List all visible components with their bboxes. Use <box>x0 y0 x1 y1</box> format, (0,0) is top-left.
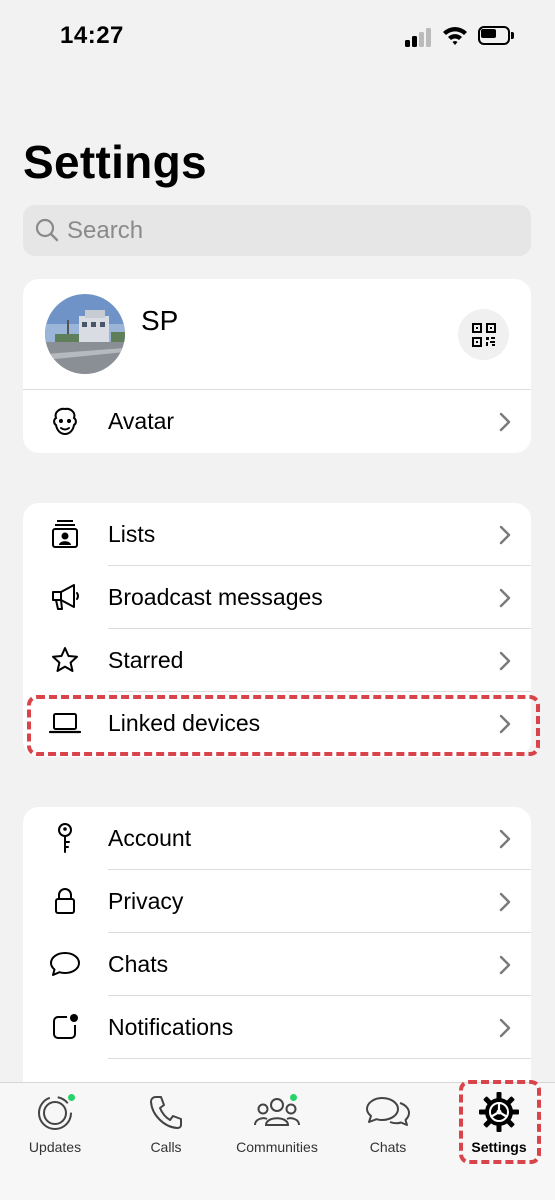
chevron-right-icon <box>499 525 511 545</box>
chat-bubble-icon <box>49 948 81 980</box>
laptop-icon <box>49 707 81 739</box>
profile-photo[interactable] <box>45 294 125 374</box>
settings-row-starred[interactable]: Starred <box>23 629 531 692</box>
tab-chats[interactable]: Chats <box>338 1091 438 1161</box>
settings-gear-icon <box>479 1092 519 1132</box>
tab-label: Communities <box>236 1139 318 1155</box>
tab-bar: Updates Calls Communities Chats Settings <box>0 1082 555 1200</box>
settings-row-notifications[interactable]: Notifications <box>23 996 531 1059</box>
tab-label: Chats <box>369 1139 407 1155</box>
chevron-right-icon <box>499 412 511 432</box>
settings-row-label: Linked devices <box>108 710 261 736</box>
tab-updates[interactable]: Updates <box>5 1091 105 1161</box>
phone-icon <box>150 1096 182 1129</box>
tab-label: Calls <box>150 1139 182 1155</box>
profile-name: SP <box>141 305 179 336</box>
settings-row-label: Broadcast messages <box>108 584 323 610</box>
battery-icon <box>478 26 514 46</box>
star-icon <box>49 644 81 676</box>
tab-settings[interactable]: Settings <box>449 1091 549 1161</box>
megaphone-icon <box>49 581 81 613</box>
chevron-right-icon <box>499 892 511 912</box>
settings-row-account[interactable]: Account <box>23 807 531 870</box>
settings-group-1: Lists Broadcast messages Starred Linked … <box>23 503 531 757</box>
chevron-right-icon <box>499 955 511 975</box>
settings-row-avatar[interactable]: Avatar <box>23 390 531 453</box>
qr-code-button[interactable] <box>458 309 509 360</box>
status-time: 14:27 <box>60 22 124 49</box>
settings-row-label: Lists <box>108 521 156 547</box>
settings-row-label: Privacy <box>108 888 184 914</box>
settings-row-broadcast-messages[interactable]: Broadcast messages <box>23 566 531 629</box>
settings-row-chats[interactable]: Chats <box>23 933 531 996</box>
updates-badge <box>67 1093 76 1102</box>
lock-icon <box>49 885 81 917</box>
chevron-right-icon <box>499 1018 511 1038</box>
settings-group-2: Account Privacy Chats Notifications <box>23 807 531 1097</box>
lists-icon <box>49 518 81 550</box>
divider <box>108 1058 531 1059</box>
settings-row-label: Avatar <box>108 408 175 434</box>
settings-row-privacy[interactable]: Privacy <box>23 870 531 933</box>
cellular-signal-icon <box>405 27 435 47</box>
communities-badge <box>289 1093 298 1102</box>
chats-icon <box>366 1097 410 1126</box>
chevron-right-icon <box>499 651 511 671</box>
qr-code-icon <box>471 322 496 347</box>
settings-row-label: Starred <box>108 647 184 673</box>
settings-row-label: Account <box>108 825 192 851</box>
search-icon <box>35 218 59 242</box>
tab-label: Updates <box>28 1139 82 1155</box>
tab-calls[interactable]: Calls <box>116 1091 216 1161</box>
notification-icon <box>49 1011 81 1043</box>
status-bar: 14:27 <box>0 0 555 75</box>
search-input[interactable] <box>67 205 507 256</box>
settings-row-label: Chats <box>108 951 169 977</box>
chevron-right-icon <box>499 829 511 849</box>
key-icon <box>49 822 81 854</box>
wifi-icon <box>443 27 467 45</box>
settings-row-linked-devices[interactable]: Linked devices <box>23 692 531 755</box>
chevron-right-icon <box>499 714 511 734</box>
settings-row-lists[interactable]: Lists <box>23 503 531 566</box>
chevron-right-icon <box>499 588 511 608</box>
profile-card: SP Avatar <box>23 279 531 453</box>
settings-row-label: Notifications <box>108 1014 234 1040</box>
avatar-face-icon <box>49 405 81 437</box>
tab-communities[interactable]: Communities <box>227 1091 327 1161</box>
page-title: Settings <box>23 136 207 188</box>
search-bar[interactable] <box>23 205 531 256</box>
profile-row[interactable]: SP <box>23 279 531 389</box>
tab-label: Settings <box>471 1139 527 1155</box>
